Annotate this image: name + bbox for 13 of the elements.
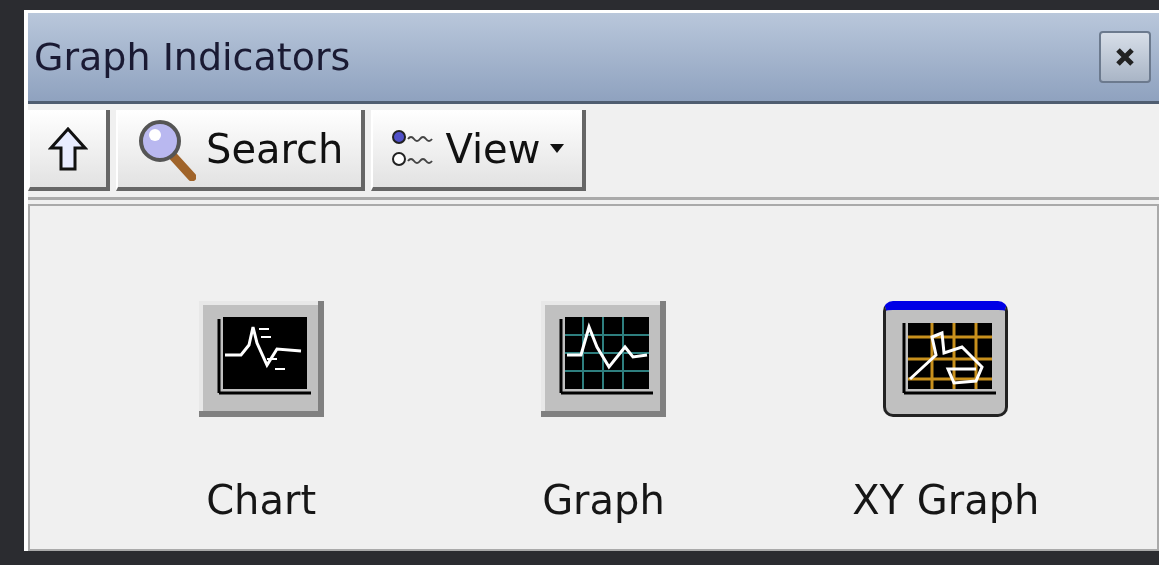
view-button[interactable]: View [371, 110, 587, 191]
up-arrow-icon [48, 125, 88, 172]
palette-item[interactable] [883, 301, 1009, 417]
palette-item[interactable] [541, 301, 666, 417]
close-button[interactable] [1099, 31, 1151, 83]
window-title: Graph Indicators [34, 35, 351, 79]
item-label: Chart [206, 477, 317, 523]
item-label: Graph [542, 477, 665, 523]
caret-icon [550, 143, 565, 154]
up-button[interactable] [28, 110, 110, 191]
item-label: XY Graph [852, 477, 1040, 523]
search-button[interactable]: Search [116, 110, 366, 191]
palette-item[interactable] [198, 301, 324, 417]
